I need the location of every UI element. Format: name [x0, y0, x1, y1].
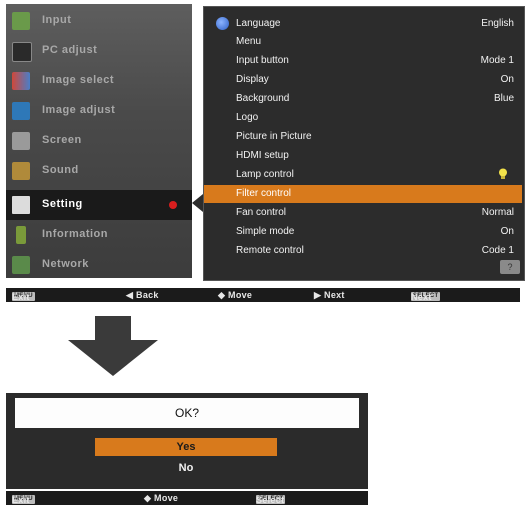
- setting-row-logo[interactable]: Logo: [212, 109, 514, 127]
- setting-icon: [12, 196, 30, 214]
- no-option[interactable]: No: [95, 459, 277, 477]
- confirm-dialog: OK? Yes No: [6, 393, 368, 489]
- menu-item-input[interactable]: Input: [6, 6, 192, 36]
- down-arrow-icon: [68, 316, 158, 376]
- setting-row-remote-control[interactable]: Remote control Code 1: [212, 242, 514, 260]
- menu-item-information[interactable]: Information: [6, 220, 192, 250]
- image-adjust-icon: [12, 102, 30, 120]
- image-select-icon: [12, 72, 30, 90]
- setting-row-filter-control[interactable]: Filter control: [204, 185, 522, 203]
- setting-row-display[interactable]: Display On: [212, 71, 514, 89]
- menu-item-image-select[interactable]: Image select: [6, 66, 192, 96]
- setting-row-background[interactable]: Background Blue: [212, 90, 514, 108]
- menu-item-pc-adjust[interactable]: PC adjust: [6, 36, 192, 66]
- input-icon: [12, 12, 30, 30]
- setting-row-lamp-control[interactable]: Lamp control: [212, 166, 514, 184]
- menu-item-image-adjust[interactable]: Image adjust: [6, 96, 192, 126]
- setting-row-picture-in-picture[interactable]: Picture in Picture: [212, 128, 514, 146]
- submenu-pointer-icon: [192, 194, 203, 212]
- move-hint[interactable]: ◆ Move: [218, 290, 252, 301]
- setting-submenu: Language English Menu Input button Mode …: [203, 6, 525, 281]
- category-sidebar: Input PC adjust Image select Image adjus…: [6, 4, 192, 278]
- menu-item-sound[interactable]: Sound: [6, 156, 192, 186]
- bottom-navigation-bar: MENU Exit ◆ Move SELECT Select: [6, 491, 368, 505]
- setting-row-hdmi-setup[interactable]: HDMI setup: [212, 147, 514, 165]
- top-navigation-bar: MENU Exit ◀ Back ◆ Move ▶ Next SELECT Next: [6, 288, 520, 302]
- setting-row-language[interactable]: Language English: [212, 15, 514, 33]
- setting-row-fan-control[interactable]: Fan control Normal: [212, 204, 514, 222]
- setting-row-menu[interactable]: Menu: [212, 33, 514, 51]
- projector-osd-menu: Input PC adjust Image select Image adjus…: [6, 4, 525, 281]
- next-hint[interactable]: ▶ Next: [314, 290, 345, 301]
- menu-item-screen[interactable]: Screen: [6, 126, 192, 156]
- globe-icon: [216, 17, 229, 30]
- network-icon: [12, 256, 30, 274]
- move-hint[interactable]: ◆ Move: [144, 493, 178, 504]
- screen-icon: [12, 132, 30, 150]
- yes-option[interactable]: Yes: [95, 438, 277, 456]
- sound-icon: [12, 162, 30, 180]
- menu-item-setting[interactable]: Setting: [6, 190, 192, 220]
- selection-marker-icon: [169, 201, 177, 209]
- setting-row-input-button[interactable]: Input button Mode 1: [212, 52, 514, 70]
- menu-item-network[interactable]: Network: [6, 250, 192, 280]
- pc-adjust-icon: [12, 42, 32, 62]
- lamp-bulb-icon: [499, 168, 507, 179]
- information-icon: [16, 226, 26, 244]
- dialog-question: OK?: [15, 398, 359, 428]
- back-hint[interactable]: ◀ Back: [126, 290, 159, 301]
- help-icon[interactable]: ?: [500, 260, 520, 274]
- setting-row-simple-mode[interactable]: Simple mode On: [212, 223, 514, 241]
